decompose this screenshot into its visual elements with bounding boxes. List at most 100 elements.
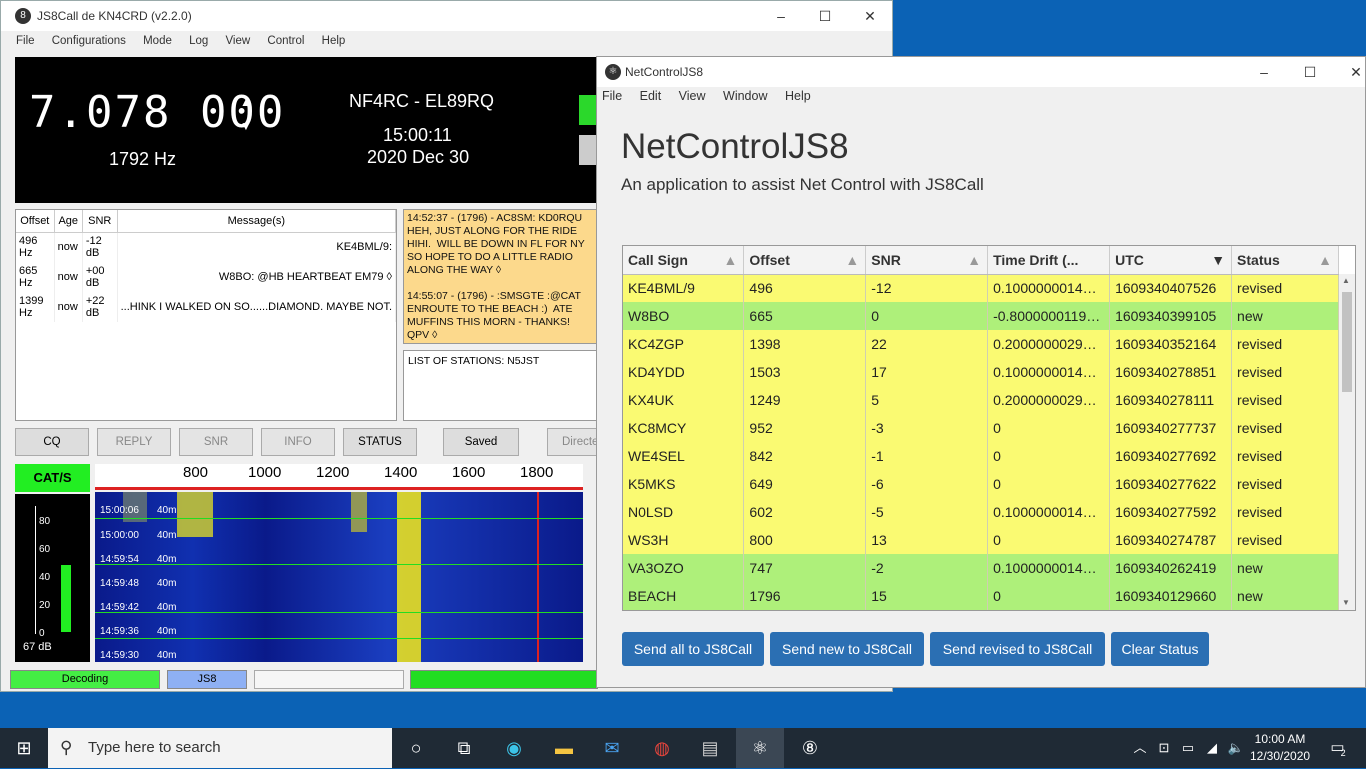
netcontrol-taskbar-icon[interactable]: ⚛ bbox=[736, 728, 784, 768]
mail-icon[interactable]: ✉ bbox=[588, 728, 636, 768]
scrollbar-thumb[interactable] bbox=[1342, 292, 1352, 392]
table-row[interactable]: KC4ZGP 1398 22 0.200000002980232 16093403521… bbox=[623, 330, 1339, 358]
status-field bbox=[254, 670, 404, 689]
table-row[interactable]: K5MKS 649 -6 0 1609340277622 revised bbox=[623, 470, 1339, 498]
menu-window[interactable]: Window bbox=[723, 89, 767, 103]
scale-tick: 1200 bbox=[316, 464, 350, 481]
status-button[interactable]: STATUS bbox=[343, 428, 417, 456]
tray-meet-icon[interactable]: ⊡ bbox=[1152, 728, 1176, 768]
waterfall-band: 40m bbox=[157, 505, 177, 516]
band-activity-table: Offset Age SNR Message(s) 496 Hz now -12… bbox=[15, 209, 397, 421]
maximize-button[interactable]: ☐ bbox=[1287, 57, 1333, 87]
send-all-button[interactable]: Send all to JS8Call bbox=[622, 632, 764, 666]
cell-status: new bbox=[1231, 554, 1339, 582]
notification-icon[interactable]: ▭2 bbox=[1320, 728, 1360, 768]
battery-icon[interactable]: ▭ bbox=[1176, 728, 1200, 768]
cell-status: revised bbox=[1231, 274, 1339, 302]
table-row[interactable]: KX4UK 1249 5 0.200000002980232 1609340278111… bbox=[623, 386, 1339, 414]
clock[interactable]: 10:00 AM 12/30/2020 bbox=[1250, 731, 1310, 765]
table-row[interactable]: KD4YDD 1503 17 0.100000001490116 16093402788… bbox=[623, 358, 1339, 386]
cell-drift: 0.100000001490116 bbox=[987, 358, 1111, 386]
scroll-down-icon[interactable]: ▼ bbox=[1342, 598, 1350, 607]
table-row[interactable]: WS3H 800 13 0 1609340274787 revised bbox=[623, 526, 1339, 554]
cortana-icon[interactable]: ○ bbox=[392, 728, 440, 768]
table-row[interactable]: BEACH 1796 15 0 1609340129660 new bbox=[623, 582, 1339, 610]
activity-message: W8BO: @HB HEARTBEAT EM79 ◊ bbox=[117, 262, 397, 292]
menu-view[interactable]: View bbox=[679, 89, 706, 103]
freq-down-icon[interactable]: ▼ bbox=[240, 119, 252, 133]
js8call-titlebar[interactable]: 8 JS8Call de KN4CRD (v2.2.0) – ☐ ✕ bbox=[1, 1, 892, 31]
app-icon[interactable]: ▤ bbox=[686, 728, 734, 768]
clear-status-button[interactable]: Clear Status bbox=[1111, 632, 1209, 666]
table-row[interactable]: W8BO6650-0.8000000119209291609340399105n… bbox=[623, 302, 1339, 330]
menu-mode[interactable]: Mode bbox=[143, 35, 172, 47]
volume-icon[interactable]: 🔈 bbox=[1224, 728, 1248, 768]
cat-indicator[interactable]: CAT/S bbox=[15, 464, 90, 492]
reply-button[interactable]: REPLY bbox=[97, 428, 171, 456]
meter-tick: 40 bbox=[39, 572, 51, 583]
waterfall-band: 40m bbox=[157, 530, 177, 541]
table-row[interactable]: WE4SEL 842 -1 0 1609340277692 revised bbox=[623, 442, 1339, 470]
scroll-up-icon[interactable]: ▲ bbox=[1342, 276, 1350, 285]
col-age[interactable]: Age bbox=[54, 210, 83, 233]
col-call-sign[interactable]: Call Sign ▲ bbox=[623, 246, 745, 275]
cell-call: BEACH bbox=[623, 582, 745, 610]
saved-button[interactable]: Saved bbox=[443, 428, 519, 456]
menu-configurations[interactable]: Configurations bbox=[52, 35, 126, 47]
waterfall[interactable]: 15:00:06 15:00:00 14:59:54 14:59:48 14:5… bbox=[95, 492, 583, 662]
snr-button[interactable]: SNR bbox=[179, 428, 253, 456]
menu-edit[interactable]: Edit bbox=[640, 89, 662, 103]
js8call-taskbar-icon[interactable]: ⑧ bbox=[786, 728, 834, 768]
menu-file[interactable]: File bbox=[602, 89, 622, 103]
info-button[interactable]: INFO bbox=[261, 428, 335, 456]
col-utc[interactable]: UTC ▼ bbox=[1109, 246, 1233, 275]
table-row[interactable]: KE4BML/9 496 -12 0.100000001490116 160934040… bbox=[623, 274, 1339, 302]
task-view-icon[interactable]: ⧉ bbox=[440, 728, 488, 768]
cell-status: revised bbox=[1231, 526, 1339, 554]
close-button[interactable]: ✕ bbox=[847, 1, 893, 31]
col-snr[interactable]: SNR bbox=[82, 210, 118, 233]
netcontrol-titlebar[interactable]: ⚛ NetControlJS8 – ☐ ✕ bbox=[597, 57, 1365, 87]
col-offset[interactable]: Offset ▲ bbox=[743, 246, 867, 275]
stations-list[interactable]: LIST OF STATIONS: N5JST bbox=[403, 350, 597, 421]
menu-log[interactable]: Log bbox=[189, 35, 208, 47]
menu-control[interactable]: Control bbox=[267, 35, 304, 47]
menu-help[interactable]: Help bbox=[785, 89, 811, 103]
activity-row[interactable]: 496 Hz now -12 dB KE4BML/9: bbox=[16, 232, 397, 262]
cell-drift: 0.200000002980232 bbox=[987, 330, 1111, 358]
frequency-scale[interactable]: 800 1000 1200 1400 1600 1800 bbox=[95, 464, 583, 490]
send-new-button[interactable]: Send new to JS8Call bbox=[770, 632, 924, 666]
message-log[interactable]: 14:52:37 - (1796) - AC8SM: KD0RQU HEH, J… bbox=[403, 209, 597, 344]
search-input[interactable]: Type here to search bbox=[88, 728, 221, 768]
close-button[interactable]: ✕ bbox=[1333, 57, 1366, 87]
menu-view[interactable]: View bbox=[225, 35, 250, 47]
minimize-button[interactable]: – bbox=[758, 1, 804, 31]
table-row[interactable]: VA3OZO 747 -2 0.100000001490116 160934026241… bbox=[623, 554, 1339, 582]
maximize-button[interactable]: ☐ bbox=[802, 1, 848, 31]
network-icon[interactable]: ◢ bbox=[1200, 728, 1224, 768]
activity-row[interactable]: 665 Hz now +00 dB W8BO: @HB HEARTBEAT EM… bbox=[16, 262, 397, 292]
chrome-icon[interactable]: ◍ bbox=[638, 728, 686, 768]
table-row[interactable]: N0LSD 602 -5 0.100000001490116 1609340277592… bbox=[623, 498, 1339, 526]
col-time-drift[interactable]: Time Drift (... bbox=[987, 246, 1111, 275]
cell-offset: 1398 bbox=[743, 330, 867, 358]
cq-button[interactable]: CQ bbox=[15, 428, 89, 456]
freq-up-icon[interactable]: ▲ bbox=[240, 95, 252, 109]
col-snr[interactable]: SNR ▲ bbox=[865, 246, 989, 275]
activity-row[interactable]: 1399 Hz now +22 dB ...HINK I WALKED ON S… bbox=[16, 292, 397, 322]
file-explorer-icon[interactable]: ▬ bbox=[540, 728, 588, 768]
taskbar-search[interactable]: ⚲ Type here to search bbox=[48, 728, 392, 768]
col-offset[interactable]: Offset bbox=[16, 210, 55, 233]
send-revised-button[interactable]: Send revised to JS8Call bbox=[930, 632, 1105, 666]
menu-help[interactable]: Help bbox=[322, 35, 346, 47]
js8call-app-icon: 8 bbox=[15, 8, 31, 24]
col-messages[interactable]: Message(s) bbox=[117, 210, 397, 233]
edge-icon[interactable]: ◉ bbox=[490, 728, 538, 768]
windows-start-icon[interactable]: ⊞ bbox=[0, 728, 48, 768]
vertical-scrollbar[interactable]: ▲ ▼ bbox=[1339, 274, 1355, 610]
table-row[interactable]: KC8MCY 952 -3 0 1609340277737 revised bbox=[623, 414, 1339, 442]
menu-file[interactable]: File bbox=[16, 35, 35, 47]
minimize-button[interactable]: – bbox=[1241, 57, 1287, 87]
directed-button[interactable]: Directe bbox=[547, 428, 597, 456]
col-status[interactable]: Status ▲ bbox=[1231, 246, 1339, 275]
